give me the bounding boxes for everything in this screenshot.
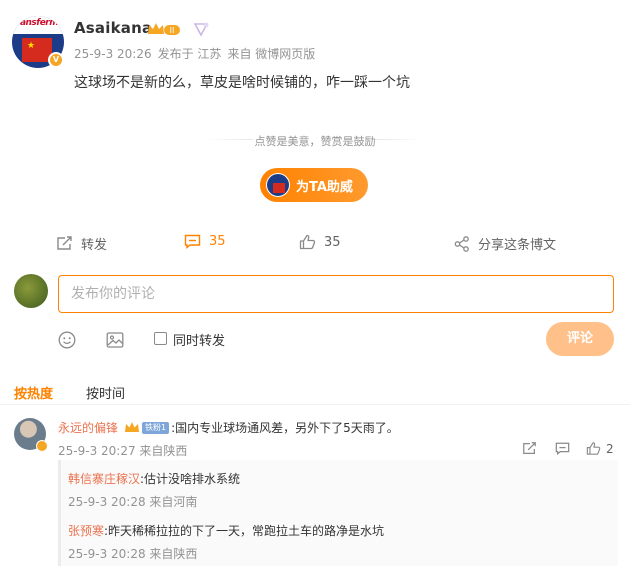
submit-comment-button[interactable]: 评论 xyxy=(546,322,614,356)
post-source: 来自 微博网页版 xyxy=(227,47,316,61)
comment-input-box[interactable] xyxy=(58,275,614,313)
my-avatar[interactable] xyxy=(14,274,48,308)
sort-by-hot-tab[interactable]: 按热度 xyxy=(14,383,53,402)
emoji-icon[interactable] xyxy=(58,331,76,349)
comment-like-icon[interactable] xyxy=(586,441,601,456)
reply-meta: 25-9-3 20:28 来自河南 xyxy=(68,495,198,509)
comment-text: :国内专业球场通风差，另外下了5天雨了。 xyxy=(171,421,399,435)
post-date[interactable]: 25-9-3 20:26 xyxy=(74,47,152,61)
comment-icon xyxy=(184,234,201,249)
sort-divider xyxy=(0,404,630,405)
comment-reply-icon[interactable] xyxy=(555,441,570,456)
share-button[interactable]: 分享这条博文 xyxy=(454,234,556,253)
reply-line: 韩信寨庄稼汉:估计没啥排水系统 xyxy=(68,470,240,487)
reply-meta: 25-9-3 20:28 来自陕西 xyxy=(68,547,198,561)
crown-level-icon[interactable]: II xyxy=(146,21,182,37)
comment-count: 35 xyxy=(209,234,226,249)
like-button[interactable]: 35 xyxy=(299,234,341,250)
comment-repost-icon[interactable] xyxy=(522,441,537,456)
sort-by-time-tab[interactable]: 按时间 xyxy=(86,383,125,402)
reply-author[interactable]: 张预寒 xyxy=(68,524,104,538)
reward-tip: 点赞是美意，赞赏是鼓励 xyxy=(254,135,376,148)
share-label: 分享这条博文 xyxy=(478,238,557,253)
repost-checkbox[interactable] xyxy=(154,332,167,345)
supporter-avatar xyxy=(266,173,290,197)
reply-text: :估计没啥排水系统 xyxy=(140,472,241,486)
verified-badge-icon: V xyxy=(48,52,64,68)
comment-line: 永远的偏锋 铁粉1 :国内专业球场通风差，另外下了5天雨了。 xyxy=(58,419,399,436)
support-button-label: 为TA助威 xyxy=(296,179,353,195)
commenter-verified-icon xyxy=(36,440,48,452)
repost-button[interactable]: 转发 xyxy=(56,234,107,253)
support-button[interactable]: 为TA助威 xyxy=(260,168,368,202)
thumbs-up-icon xyxy=(299,234,316,250)
comment-meta: 25-9-3 20:27 来自陕西 xyxy=(58,444,188,458)
fan-level-badge: 铁粉1 xyxy=(142,421,170,434)
avatar-logo-text: ransfermarkt xyxy=(16,18,64,28)
post-meta: 25-9-3 20:26 发布于 江苏 来自 微博网页版 xyxy=(74,45,321,62)
comment-button[interactable]: 35 xyxy=(184,234,226,249)
crown-level-text: II xyxy=(170,26,175,35)
repost-checkbox-label[interactable]: 同时转发 xyxy=(173,330,225,349)
post-location: 发布于 江苏 xyxy=(157,47,222,61)
comment-like-count: 2 xyxy=(606,442,614,456)
reply-text: :昨天稀稀拉拉的下了一天，常跑拉土车的路净是水坑 xyxy=(104,524,385,538)
post-body: 这球场不是新的么，草皮是啥时候铺的，咋一踩一个坑 xyxy=(74,75,410,91)
reply-author[interactable]: 韩信寨庄稼汉 xyxy=(68,472,140,486)
divider-right xyxy=(375,139,423,140)
share-icon xyxy=(454,235,469,252)
repost-label: 转发 xyxy=(81,238,108,253)
vip-member-icon[interactable] xyxy=(192,21,210,37)
image-upload-icon[interactable] xyxy=(106,331,124,349)
repost-icon xyxy=(57,236,72,250)
commenter-name[interactable]: 永远的偏锋 xyxy=(58,419,118,436)
like-count: 35 xyxy=(324,234,341,250)
author-name[interactable]: Asaikana xyxy=(74,19,152,37)
comment-input[interactable] xyxy=(59,276,613,312)
reply-line: 张预寒:昨天稀稀拉拉的下了一天，常跑拉土车的路净是水坑 xyxy=(68,522,384,539)
commenter-crown-icon xyxy=(125,422,140,432)
